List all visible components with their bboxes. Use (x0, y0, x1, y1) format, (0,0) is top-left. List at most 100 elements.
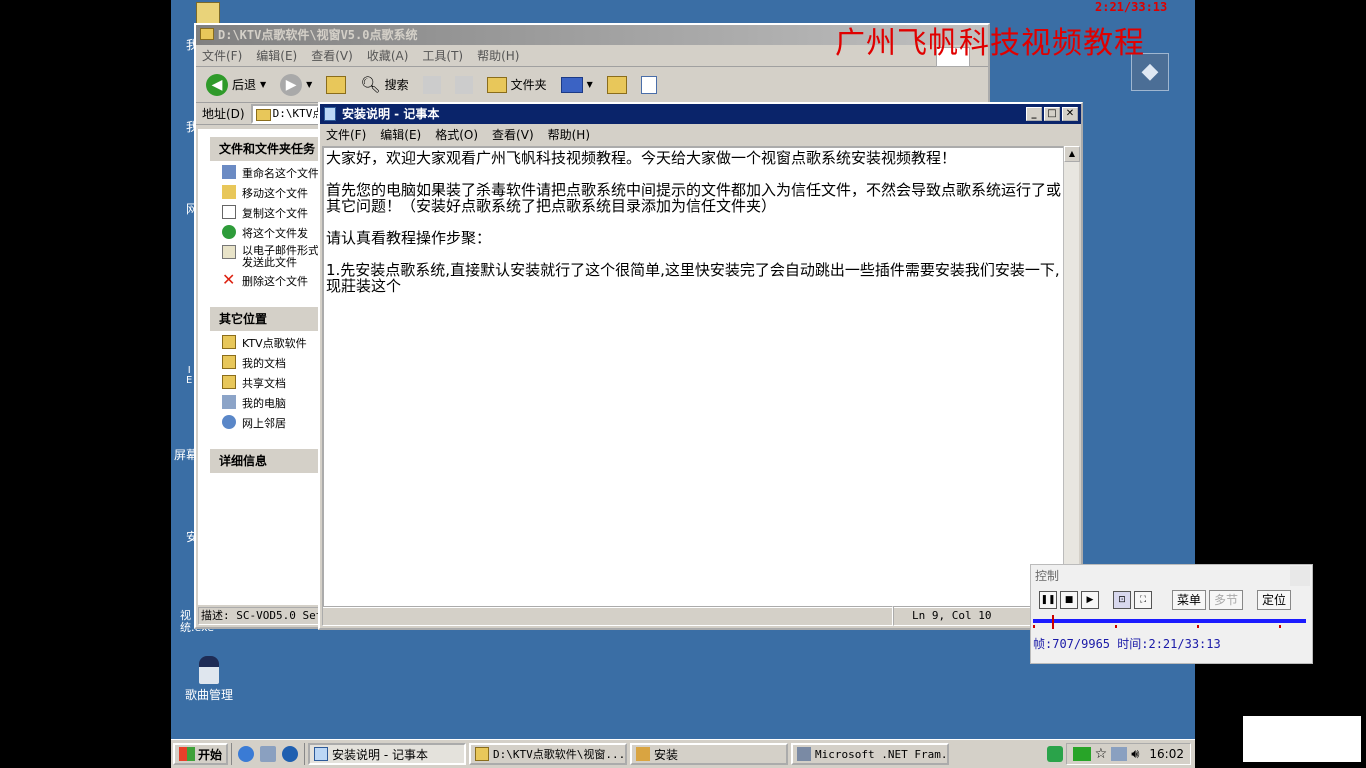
task-copy[interactable]: 复制这个文件 (222, 205, 320, 225)
chevron-down-icon: ▼ (260, 80, 267, 89)
notepad-menubar: 文件(F) 编辑(E) 格式(O) 查看(V) 帮助(H) (320, 124, 1081, 144)
move-icon (222, 185, 236, 199)
fit-window-button[interactable]: ⊡ (1113, 591, 1131, 609)
control-close-button[interactable] (1290, 566, 1310, 586)
progress-track[interactable] (1033, 615, 1306, 631)
watermark: 广州飞帆科技视频教程 (835, 26, 1145, 61)
task-explorer[interactable]: D:\KTV点歌软件\视窗... (469, 743, 628, 765)
tick-mark (1279, 625, 1281, 628)
setup-icon (797, 747, 812, 761)
maximize-button[interactable]: □ (1044, 107, 1060, 121)
media-icon[interactable] (282, 746, 299, 762)
np-menu-view[interactable]: 查看(V) (492, 126, 534, 143)
task-email[interactable]: 以电子邮件形式发送此文件 (222, 245, 320, 273)
user-icon (199, 656, 219, 684)
progress-position-marker[interactable] (1052, 615, 1054, 629)
menu-view[interactable]: 查看(V) (311, 47, 353, 64)
chevron-down-icon: ▼ (306, 80, 313, 89)
folders-icon (486, 76, 507, 93)
network-icon (222, 415, 236, 429)
file-tasks-header[interactable]: 文件和文件夹任务 (210, 137, 320, 161)
up-folder-icon (326, 75, 347, 94)
folder-icon (475, 747, 490, 761)
task-move[interactable]: 移动这个文件 (222, 185, 320, 205)
details-panel: 详细信息 (210, 449, 320, 473)
explorer-toolbar: ◀ 后退 ▼ ▶ ▼ 🔍︎ 搜索 文件夹 ▼ (196, 67, 988, 103)
np-menu-help[interactable]: 帮助(H) (548, 126, 590, 143)
taskbar: 开始 安装说明 - 记事本 D:\KTV点歌软件\视窗... 安装 Micros… (171, 739, 1195, 768)
copy-to-button[interactable] (451, 74, 477, 96)
menu-tools[interactable]: 工具(T) (422, 47, 463, 64)
next-button[interactable]: ▶ (1081, 591, 1099, 609)
text-paragraph: 1.先安装点歌系统,直接默认安装就行了这个很简单,这里快安装完了会自动跳出一些插… (326, 261, 1060, 295)
notepad-icon (314, 747, 329, 761)
menu-help[interactable]: 帮助(H) (477, 47, 519, 64)
task-rename[interactable]: 重命名这个文件 (222, 165, 320, 185)
multi-section-button[interactable]: 多节 (1209, 590, 1244, 610)
menu-file[interactable]: 文件(F) (202, 47, 242, 64)
other-places-header[interactable]: 其它位置 (210, 307, 320, 331)
tick-mark (1115, 625, 1117, 628)
quick-launch (231, 743, 306, 765)
player-control-panel[interactable]: 控制 ❚❚ ■ ▶ ⊡ ⛶ 菜单 多节 定位 帧:707/9965 时间:2:2… (1030, 564, 1313, 664)
place-my-documents[interactable]: 我的文档 (222, 355, 320, 375)
system-tray: ☆ 🔊︎ 16:02 (1065, 743, 1191, 765)
place-shared-documents[interactable]: 共享文档 (222, 375, 320, 395)
place-ktv-folder[interactable]: KTV点歌软件 (222, 335, 320, 355)
menu-favorites[interactable]: 收藏(A) (367, 47, 409, 64)
desktop-icon-song-manager[interactable]: 歌曲管理 (178, 656, 240, 703)
properties-button[interactable] (637, 74, 661, 96)
notepad-title: 安装说明 - 记事本 (342, 107, 440, 121)
notepad-titlebar[interactable]: 安装说明 - 记事本 _ □ ✕ (320, 104, 1081, 124)
start-button[interactable]: 开始 (173, 743, 229, 765)
notepad-window[interactable]: 安装说明 - 记事本 _ □ ✕ 文件(F) 编辑(E) 格式(O) 查看(V)… (318, 102, 1083, 630)
folder-check-icon (606, 75, 627, 94)
task-delete[interactable]: ✕ 删除这个文件 (222, 273, 320, 293)
back-button[interactable]: ◀ 后退 ▼ (202, 72, 270, 98)
up-button[interactable] (322, 74, 350, 96)
text-paragraph: 请认真看教程操作步聚： (326, 229, 492, 247)
np-menu-edit[interactable]: 编辑(E) (380, 126, 421, 143)
np-menu-format[interactable]: 格式(O) (435, 126, 478, 143)
copy-icon (222, 205, 236, 219)
folders-button[interactable]: 文件夹 (483, 74, 551, 95)
stop-button[interactable]: ■ (1060, 591, 1078, 609)
computer-icon[interactable] (260, 746, 277, 762)
np-menu-file[interactable]: 文件(F) (326, 126, 366, 143)
close-button[interactable]: ✕ (1062, 107, 1078, 121)
scroll-up-arrow-icon[interactable]: ▲ (1064, 146, 1080, 162)
details-header[interactable]: 详细信息 (210, 449, 320, 473)
pause-button[interactable]: ❚❚ (1039, 591, 1057, 609)
fullscreen-button[interactable]: ⛶ (1134, 591, 1152, 609)
views-button[interactable]: ▼ (557, 75, 597, 95)
locate-button[interactable]: 定位 (1257, 590, 1292, 610)
menu-edit[interactable]: 编辑(E) (256, 47, 297, 64)
task-dotnet[interactable]: Microsoft .NET Fram... (791, 743, 950, 765)
forward-button[interactable]: ▶ ▼ (276, 72, 316, 98)
control-buttons-row: ❚❚ ■ ▶ ⊡ ⛶ 菜单 多节 定位 (1031, 587, 1312, 613)
minimize-button[interactable]: _ (1026, 107, 1042, 121)
task-install[interactable]: 安装 (630, 743, 789, 765)
vertical-scrollbar[interactable]: ▲ (1063, 146, 1080, 608)
menu-button[interactable]: 菜单 (1172, 590, 1207, 610)
tray-network-icon[interactable] (1111, 747, 1128, 761)
ime-icon[interactable] (1047, 746, 1063, 762)
place-my-computer[interactable]: 我的电脑 (222, 395, 320, 415)
tray-star-icon[interactable]: ☆ (1095, 746, 1108, 762)
notepad-text-area[interactable]: 大家好，欢迎大家观看广州飞帆科技视频教程。今天给大家做一个视窗点歌系统安装视频教… (322, 146, 1065, 608)
notepad-statusbar: Ln 9, Col 10 (322, 606, 1079, 626)
place-network[interactable]: 网上邻居 (222, 415, 320, 435)
email-icon (222, 245, 236, 259)
views-icon (560, 76, 583, 93)
folder-options-button[interactable] (603, 74, 631, 96)
move-to-button[interactable] (419, 74, 445, 96)
explorer-statusbar: 描述: SC-VOD5.0 Setu (198, 607, 328, 625)
rename-icon (222, 165, 236, 179)
tray-recorder-icon[interactable] (1072, 747, 1091, 761)
tray-volume-icon[interactable]: 🔊︎ (1131, 747, 1139, 762)
ie-icon[interactable] (238, 746, 255, 762)
search-button[interactable]: 🔍︎ 搜索 (356, 73, 412, 96)
task-notepad[interactable]: 安装说明 - 记事本 (308, 743, 467, 765)
folder-icon (222, 335, 236, 349)
task-publish[interactable]: 将这个文件发 (222, 225, 320, 245)
